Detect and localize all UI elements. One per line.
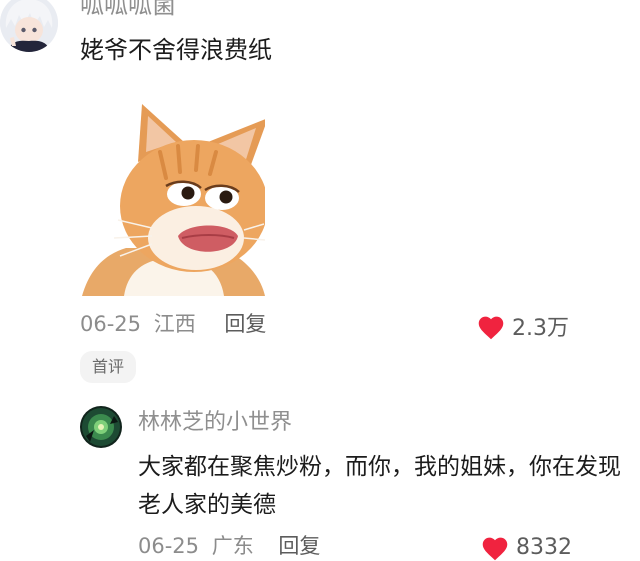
reply-location: 广东: [211, 534, 254, 558]
comment-date: 06-25: [80, 312, 142, 336]
reply-reply-button[interactable]: 回复: [278, 534, 320, 558]
reply-meta: 06-25 广东 回复: [138, 532, 320, 560]
cat-sticker-image[interactable]: [80, 100, 268, 296]
comment-location: 江西: [153, 312, 196, 336]
reply-text: 大家都在聚焦炒粉，而你，我的姐妹，你在发现老人家的美德: [138, 454, 621, 518]
first-comment-badge: 首评: [80, 351, 137, 383]
reply-button[interactable]: 回复: [224, 312, 266, 336]
user-avatar[interactable]: [0, 0, 58, 52]
reply-like-button[interactable]: 8332: [480, 534, 572, 561]
like-count: 2.3万: [512, 316, 569, 341]
like-button[interactable]: 2.3万: [476, 310, 569, 342]
comment-username[interactable]: 呱呱呱菌: [80, 0, 176, 20]
reply-username[interactable]: 林林芝的小世界: [138, 408, 292, 438]
comment-text: 姥爷不舍得浪费纸: [80, 36, 272, 64]
heart-icon: [478, 316, 504, 339]
reply-date: 06-25: [138, 534, 200, 558]
heart-icon: [482, 537, 508, 561]
reply-like-count: 8332: [516, 535, 572, 560]
reply-user-avatar[interactable]: [80, 406, 122, 448]
comment-meta: 06-25 江西 回复: [80, 310, 266, 338]
